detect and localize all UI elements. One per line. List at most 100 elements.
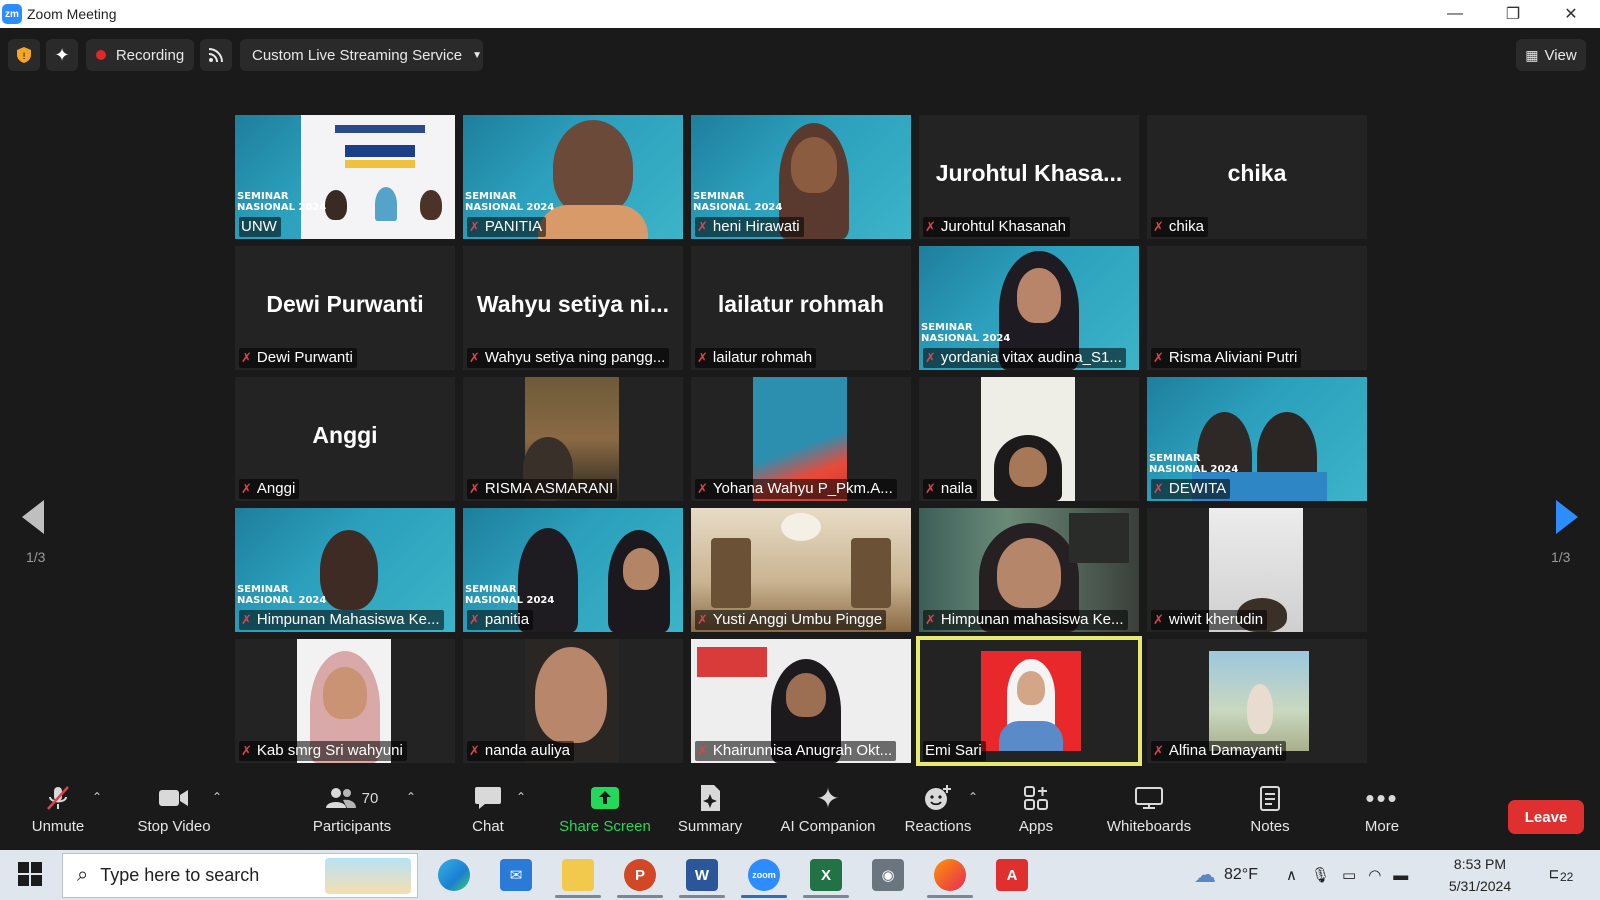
microphone-tray-icon[interactable]: 🎙︎	[1311, 866, 1330, 884]
muted-mic-icon: ✗	[925, 219, 936, 234]
muted-mic-icon: ✗	[241, 743, 252, 758]
next-page-arrow-icon[interactable]	[1556, 500, 1578, 534]
minimize-button[interactable]: —	[1426, 0, 1484, 28]
participant-tile[interactable]: SEMINAR NASIONAL 2024 ✗ heni Hirawati	[691, 115, 911, 239]
stop-video-button[interactable]: Stop Video	[130, 776, 218, 848]
unmute-button[interactable]: Unmute	[22, 776, 94, 848]
taskbar-search-box[interactable]: ⌕ Type here to search	[62, 853, 418, 898]
wifi-icon[interactable]: ◠	[1368, 866, 1381, 884]
notification-count-badge: 22	[1558, 870, 1576, 884]
muted-mic-icon: ✗	[697, 481, 708, 496]
participant-tile[interactable]: ✗ Khairunnisa Anugrah Okt...	[691, 639, 911, 763]
edge-icon[interactable]	[438, 859, 470, 891]
ai-sparkle-button[interactable]: ✦	[46, 39, 78, 71]
powerpoint-icon[interactable]: P	[624, 859, 656, 891]
whiteboard-icon	[1135, 787, 1163, 809]
participant-tile[interactable]: Anggi ✗ Anggi	[235, 377, 455, 501]
display-tray-icon[interactable]: ▭	[1342, 866, 1356, 884]
acrobat-icon[interactable]: A	[996, 859, 1028, 891]
participant-tile[interactable]: SEMINAR NASIONAL 2024 ✗ PANITIA	[463, 115, 683, 239]
system-tray: ☁ 82°F ∧ 🎙︎ ▭ ◠ ▬	[1194, 850, 1408, 900]
notes-icon	[1260, 786, 1280, 811]
security-shield-button[interactable]: !	[8, 39, 40, 71]
muted-mic-icon: ✗	[469, 481, 480, 496]
muted-mic-icon: ✗	[1153, 481, 1164, 496]
participant-tile[interactable]: ✗ RISMA ASMARANI	[463, 377, 683, 501]
participants-options-caret-icon[interactable]: ⌃	[406, 790, 416, 804]
participant-tile[interactable]: ✗ Yusti Anggi Umbu Pingge	[691, 508, 911, 632]
battery-icon[interactable]: ▬	[1393, 867, 1408, 884]
notification-center-button[interactable]: ▭ 22	[1548, 860, 1584, 890]
participants-button[interactable]: 70 Participants	[304, 776, 400, 848]
notes-button[interactable]: Notes	[1238, 776, 1302, 848]
participant-name-tag: ✗ chika	[1151, 217, 1208, 237]
muted-mic-icon: ✗	[469, 743, 480, 758]
beach-hammock-search-highlight-icon	[325, 858, 411, 894]
participant-tile[interactable]: SEMINAR NASIONAL 2024 ✗ DEWITA	[1147, 377, 1367, 501]
participant-name-tag: ✗ PANITIA	[467, 217, 547, 237]
participant-tile[interactable]: Jurohtul Khasa... ✗ Jurohtul Khasanah	[919, 115, 1139, 239]
zoom-icon[interactable]: zoom	[748, 859, 780, 891]
participant-tile-active-speaker[interactable]: Emi Sari	[916, 636, 1142, 766]
participant-name-tag: ✗ DEWITA	[1151, 479, 1231, 499]
excel-icon[interactable]: X	[810, 859, 842, 891]
reactions-options-caret-icon[interactable]: ⌃	[968, 790, 978, 804]
participant-tile[interactable]: ✗ Risma Aliviani Putri	[1147, 246, 1367, 370]
recording-indicator[interactable]: Recording	[86, 39, 194, 71]
live-stream-button[interactable]	[200, 39, 232, 71]
share-screen-button[interactable]: Share Screen	[550, 776, 660, 848]
view-button[interactable]: ▦ View	[1516, 39, 1586, 71]
participant-tile[interactable]: Dewi Purwanti ✗ Dewi Purwanti	[235, 246, 455, 370]
participant-tile[interactable]: ✗ Alfina Damayanti	[1147, 639, 1367, 763]
participants-icon	[325, 788, 356, 808]
participant-tile[interactable]: Wahyu setiya ni... ✗ Wahyu setiya ning pa…	[463, 246, 683, 370]
firefox-icon[interactable]	[934, 859, 966, 891]
ai-companion-button[interactable]: ✦ AI Companion	[768, 776, 888, 848]
restore-button[interactable]: ❐	[1484, 0, 1542, 28]
cloud-weather-icon: ☁	[1194, 862, 1216, 887]
word-icon[interactable]: W	[686, 859, 718, 891]
tray-expand-chevron-icon[interactable]: ∧	[1286, 866, 1297, 884]
participant-tile[interactable]: ✗ nanda auliya	[463, 639, 683, 763]
participant-tile[interactable]: ✗ Yohana Wahyu P_Pkm.A...	[691, 377, 911, 501]
apps-button[interactable]: Apps	[1006, 776, 1066, 848]
leave-meeting-button[interactable]: Leave	[1508, 800, 1584, 834]
participant-name-tag: UNW	[239, 217, 281, 237]
participant-name-tag: ✗ Yusti Anggi Umbu Pingge	[695, 610, 887, 630]
participant-tile[interactable]: SEMINAR NASIONAL 2024 UNW	[235, 115, 455, 239]
participant-tile[interactable]: SEMINAR NASIONAL 2024 ✗ panitia	[463, 508, 683, 632]
file-explorer-icon[interactable]	[562, 859, 594, 891]
participant-tile[interactable]: SEMINAR NASIONAL 2024 ✗ Himpunan Mahasiswa…	[235, 508, 455, 632]
streaming-service-dropdown[interactable]: Custom Live Streaming Service ▼	[240, 39, 483, 71]
chat-button[interactable]: Chat	[458, 776, 518, 848]
participant-name-tag: ✗ Jurohtul Khasanah	[923, 217, 1070, 237]
summary-button[interactable]: Summary	[670, 776, 750, 848]
participant-tile[interactable]: SEMINAR NASIONAL 2024 ✗ yordania vitax aud…	[919, 246, 1139, 370]
participant-tile[interactable]: ✗ wiwit kherudin	[1147, 508, 1367, 632]
windows-start-button[interactable]	[18, 862, 42, 891]
participant-tile[interactable]: chika ✗ chika	[1147, 115, 1367, 239]
camera-icon[interactable]: ◉	[872, 859, 904, 891]
muted-mic-icon: ✗	[1153, 743, 1164, 758]
mail-icon[interactable]: ✉	[500, 859, 532, 891]
clock[interactable]: 8:53 PM 5/31/2024	[1440, 853, 1520, 897]
whiteboards-button[interactable]: Whiteboards	[1094, 776, 1204, 848]
previous-page-arrow-icon[interactable]	[22, 500, 44, 534]
close-button[interactable]: ✕	[1542, 0, 1600, 28]
participant-tile[interactable]: ✗ Kab smrg Sri wahyuni	[235, 639, 455, 763]
chat-options-caret-icon[interactable]: ⌃	[516, 790, 526, 804]
streaming-service-label: Custom Live Streaming Service	[252, 46, 463, 64]
audio-options-caret-icon[interactable]: ⌃	[92, 790, 102, 804]
participant-tile[interactable]: ✗ Himpunan mahasiswa Ke...	[919, 508, 1139, 632]
participant-tile[interactable]: lailatur rohmah ✗ lailatur rohmah	[691, 246, 911, 370]
muted-mic-icon: ✗	[697, 612, 708, 627]
clock-time: 8:53 PM	[1453, 856, 1507, 872]
participant-name-tag: ✗ wiwit kherudin	[1151, 610, 1268, 630]
reactions-button[interactable]: Reactions	[898, 776, 978, 848]
more-button[interactable]: ••• More	[1350, 776, 1414, 848]
participant-name-tag: ✗ Risma Aliviani Putri	[1151, 348, 1302, 368]
rss-stream-icon	[208, 48, 223, 63]
shield-icon: !	[17, 47, 31, 63]
participant-tile[interactable]: ✗ naila	[919, 377, 1139, 501]
video-options-caret-icon[interactable]: ⌃	[212, 790, 222, 804]
